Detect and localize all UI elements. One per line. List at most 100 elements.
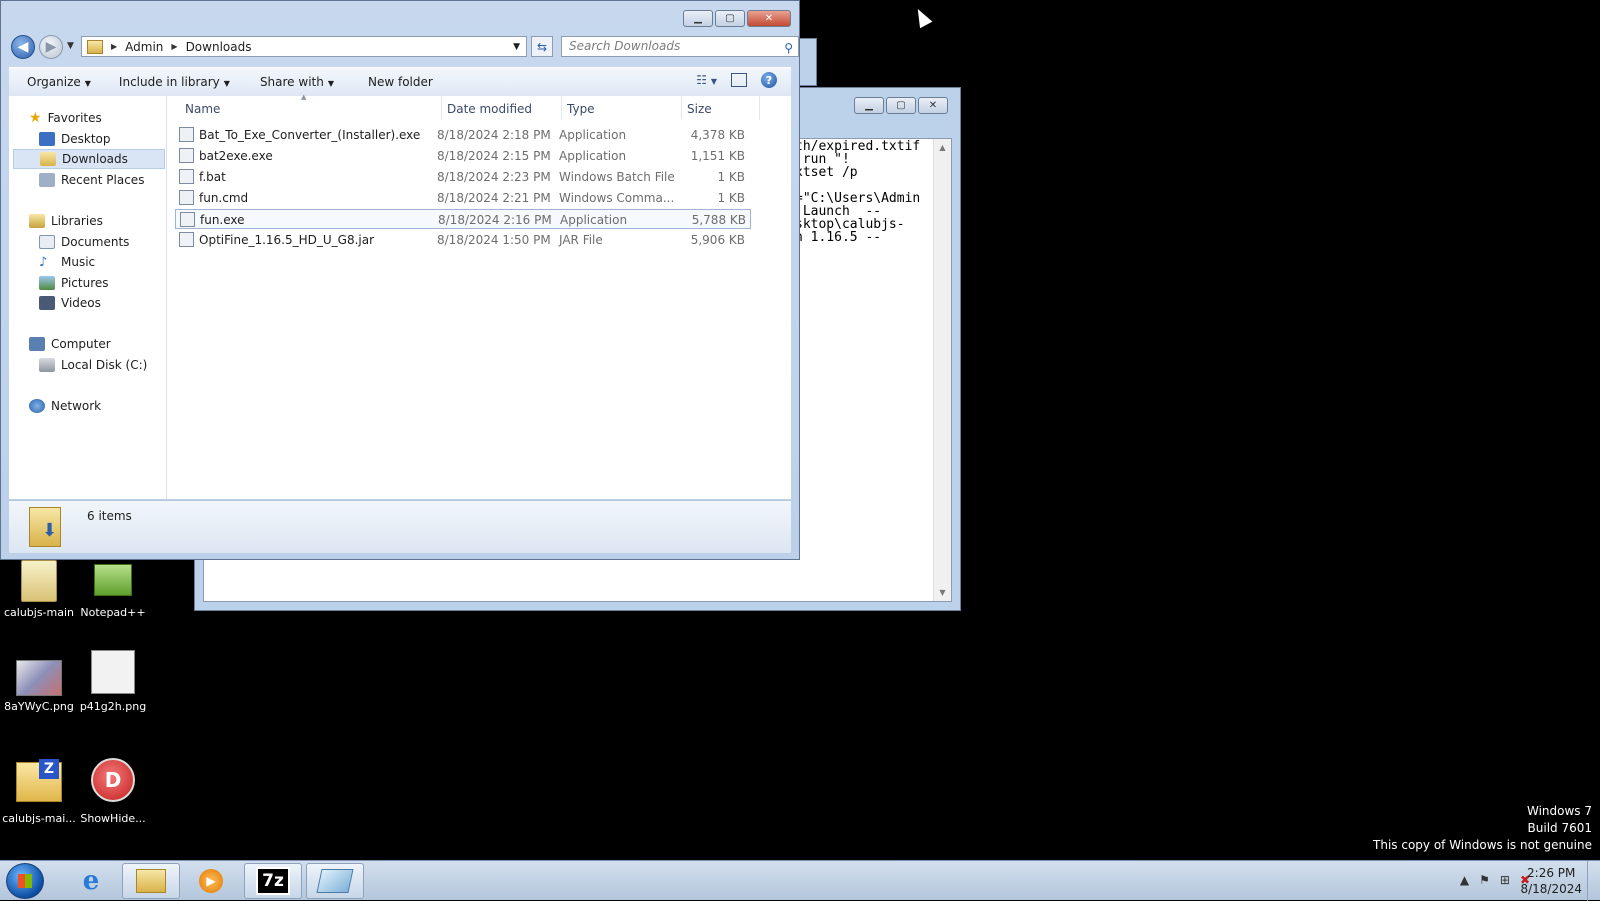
explorer-window[interactable]: ▁ ▢ ✕ ◀ ▶ ▼ ▶ Admin ▶ Downloads ▼ ⇆ Sear… bbox=[0, 0, 800, 560]
file-size: 5,788 KB bbox=[691, 213, 746, 227]
file-row[interactable]: fun.cmd 8/18/2024 2:21 PM Windows Comma.… bbox=[175, 188, 751, 208]
close-button[interactable]: ✕ bbox=[747, 10, 791, 27]
taskbar: e ▶ 7z ▲ ⚑ ⊞ ✖ 2:26 PM 8/18/2024 bbox=[0, 860, 1600, 901]
search-icon[interactable]: ⚲ bbox=[784, 39, 793, 58]
details-pane: ⬇ 6 items bbox=[9, 500, 791, 553]
column-divider[interactable] bbox=[759, 96, 760, 120]
file-date: 8/18/2024 2:21 PM bbox=[437, 191, 551, 205]
file-row[interactable]: Bat_To_Exe_Converter_(Installer).exe 8/1… bbox=[175, 125, 751, 145]
file-row-selected[interactable]: fun.exe 8/18/2024 2:16 PM Application 5,… bbox=[175, 209, 751, 229]
nav-favorites[interactable]: ★ Favorites bbox=[29, 108, 102, 128]
image-thumbnail-icon bbox=[91, 650, 135, 694]
file-type: Application bbox=[560, 213, 628, 227]
file-size: 1 KB bbox=[717, 191, 745, 205]
column-header-size[interactable]: Size bbox=[687, 102, 712, 116]
search-placeholder: Search Downloads bbox=[569, 39, 681, 53]
view-options-icon[interactable]: ☷ ▼ bbox=[696, 73, 717, 87]
maximize-button[interactable]: ▢ bbox=[715, 10, 745, 27]
system-tray: ▲ ⚑ ⊞ ✖ bbox=[1460, 873, 1530, 887]
downloads-folder-icon bbox=[40, 152, 56, 166]
clock[interactable]: 2:26 PM 8/18/2024 bbox=[1520, 865, 1582, 897]
address-bar[interactable]: ▶ Admin ▶ Downloads ▼ bbox=[81, 36, 527, 57]
show-hidden-icons-icon[interactable]: ▲ bbox=[1460, 873, 1469, 887]
file-list[interactable]: ▲ Name Date modified Type Size Bat_To_Ex… bbox=[167, 93, 791, 499]
nav-downloads[interactable]: Downloads bbox=[13, 149, 165, 169]
include-in-library-button[interactable]: Include in library ▼ bbox=[119, 75, 230, 89]
nav-recent-places[interactable]: Recent Places bbox=[39, 170, 144, 190]
jar-file-icon bbox=[179, 232, 194, 247]
nav-music[interactable]: ♪ Music bbox=[39, 252, 95, 272]
desktop-icon-notepadpp[interactable]: Notepad++ bbox=[74, 560, 152, 619]
clock-date: 8/18/2024 bbox=[1520, 882, 1582, 896]
internet-explorer-icon: e bbox=[82, 866, 100, 896]
taskbar-media-player[interactable]: ▶ bbox=[182, 863, 240, 899]
address-row: ◀ ▶ ▼ ▶ Admin ▶ Downloads ▼ ⇆ Search Dow… bbox=[11, 35, 799, 59]
desktop-icon-p41g2h[interactable]: p41g2h.png bbox=[74, 650, 152, 713]
new-folder-button[interactable]: New folder bbox=[368, 75, 433, 89]
nav-local-disk[interactable]: Local Disk (C:) bbox=[39, 355, 147, 375]
chevron-right-icon[interactable]: ▶ bbox=[111, 42, 117, 51]
column-header-type[interactable]: Type bbox=[567, 102, 595, 116]
file-row[interactable]: bat2exe.exe 8/18/2024 2:15 PM Applicatio… bbox=[175, 146, 751, 166]
column-header-name[interactable]: Name bbox=[185, 102, 220, 116]
clock-time: 2:26 PM bbox=[1527, 866, 1576, 880]
column-divider[interactable] bbox=[441, 96, 442, 120]
back-button[interactable]: ◀ bbox=[11, 35, 35, 59]
desktop-icon-8aywyc[interactable]: 8aYWyC.png bbox=[0, 652, 78, 713]
chevron-down-icon: ▼ bbox=[223, 79, 230, 88]
minimize-button[interactable]: ▁ bbox=[854, 97, 884, 114]
column-header-date[interactable]: Date modified bbox=[447, 102, 532, 116]
minimize-button[interactable]: ▁ bbox=[683, 10, 713, 27]
close-button[interactable]: ✕ bbox=[918, 97, 948, 114]
help-icon[interactable]: ? bbox=[761, 72, 777, 88]
nav-network[interactable]: Network bbox=[29, 396, 101, 416]
taskbar-7zip[interactable]: 7z bbox=[244, 863, 302, 899]
column-divider[interactable] bbox=[561, 96, 562, 120]
chevron-right-icon[interactable]: ▶ bbox=[171, 42, 177, 51]
taskbar-internet-explorer[interactable]: e bbox=[62, 863, 120, 899]
action-center-flag-icon[interactable]: ⚑ bbox=[1479, 873, 1490, 887]
chevron-down-icon[interactable]: ▼ bbox=[513, 42, 520, 52]
file-row[interactable]: OptiFine_1.16.5_HD_U_G8.jar 8/18/2024 1:… bbox=[175, 230, 751, 250]
share-with-button[interactable]: Share with ▼ bbox=[260, 75, 334, 89]
network-icon bbox=[29, 399, 45, 413]
taskbar-windows-explorer[interactable] bbox=[122, 863, 180, 899]
refresh-button[interactable]: ⇆ bbox=[531, 36, 553, 57]
file-size: 4,378 KB bbox=[690, 128, 745, 142]
nav-documents[interactable]: Documents bbox=[39, 232, 129, 252]
nav-desktop[interactable]: Desktop bbox=[39, 129, 111, 149]
preview-pane-icon[interactable] bbox=[731, 73, 747, 87]
organize-button[interactable]: Organize ▼ bbox=[27, 75, 91, 89]
search-input[interactable]: Search Downloads ⚲ bbox=[561, 36, 799, 57]
console-scrollbar[interactable]: ▲ ▼ bbox=[933, 139, 951, 601]
nav-videos[interactable]: Videos bbox=[39, 293, 101, 313]
refresh-icon: ⇆ bbox=[536, 39, 548, 54]
desktop-icon-calubjs-zip[interactable]: Z calubjs-mai... bbox=[0, 758, 78, 825]
show-desktop-button[interactable] bbox=[1587, 861, 1600, 901]
start-button[interactable] bbox=[6, 863, 44, 899]
desktop-icon-showhide[interactable]: D ShowHide... bbox=[74, 758, 152, 825]
zip-folder-icon: Z bbox=[16, 759, 62, 802]
desktop-icon-label: 8aYWyC.png bbox=[4, 700, 74, 713]
recent-pages-dropdown[interactable]: ▼ bbox=[67, 41, 74, 51]
column-divider[interactable] bbox=[681, 96, 682, 120]
taskbar-console[interactable] bbox=[306, 863, 364, 899]
explorer-content: ★ Favorites Desktop Downloads Recent Plac… bbox=[9, 93, 791, 499]
breadcrumb-downloads[interactable]: Downloads bbox=[186, 40, 252, 54]
forward-button[interactable]: ▶ bbox=[39, 35, 63, 59]
chevron-down-icon: ▼ bbox=[327, 79, 334, 88]
nav-libraries[interactable]: Libraries bbox=[29, 211, 103, 231]
item-count: 6 items bbox=[87, 509, 132, 523]
network-icon[interactable]: ⊞ bbox=[1500, 873, 1510, 887]
navigation-pane[interactable]: ★ Favorites Desktop Downloads Recent Plac… bbox=[9, 96, 167, 499]
desktop-icon-label: Notepad++ bbox=[80, 606, 146, 619]
nav-computer[interactable]: Computer bbox=[29, 334, 111, 354]
desktop-icon-calubjs-main[interactable]: calubjs-main bbox=[0, 560, 78, 619]
breadcrumb-admin[interactable]: Admin bbox=[125, 40, 163, 54]
maximize-button[interactable]: ▢ bbox=[886, 97, 916, 114]
batch-file-icon bbox=[179, 169, 194, 184]
nav-pictures[interactable]: Pictures bbox=[39, 273, 109, 293]
chevron-down-icon: ▼ bbox=[84, 79, 91, 88]
file-date: 8/18/2024 2:23 PM bbox=[437, 170, 551, 184]
file-row[interactable]: f.bat 8/18/2024 2:23 PM Windows Batch Fi… bbox=[175, 167, 751, 187]
